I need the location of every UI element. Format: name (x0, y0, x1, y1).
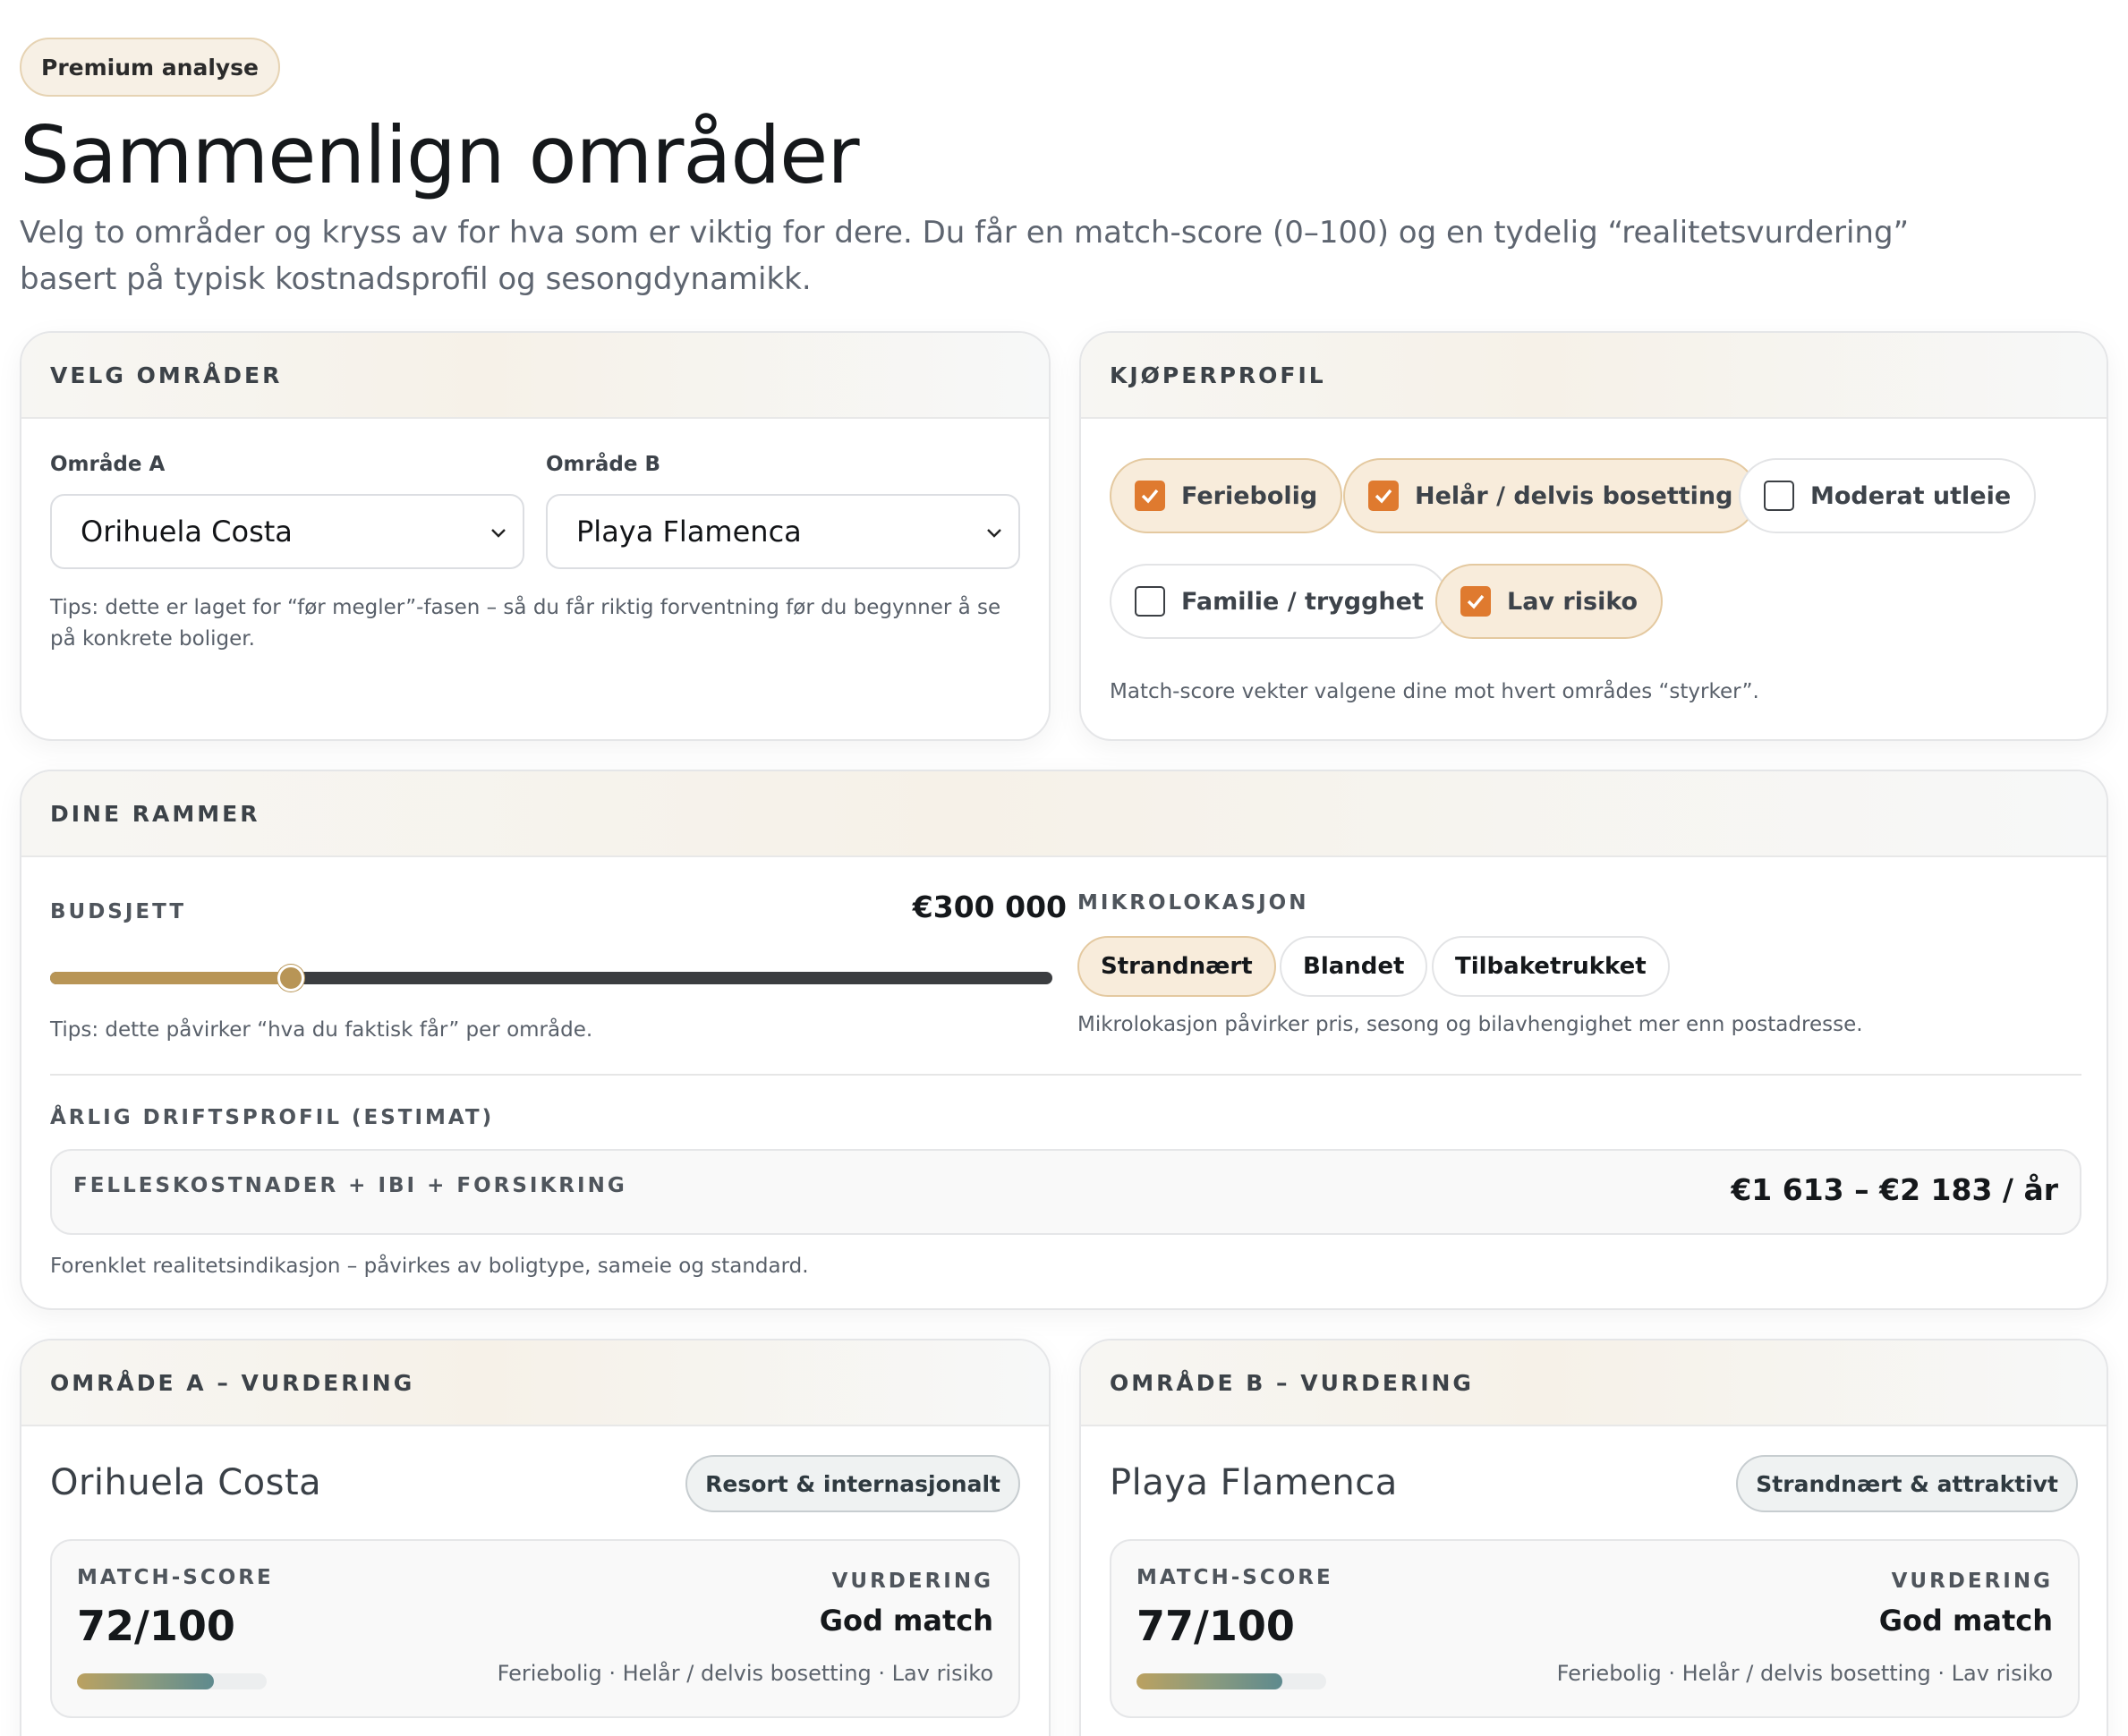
assessment-a-score-label: MATCH-SCORE (77, 1566, 274, 1589)
assessment-a-heading: OMRÅDE A – VURDERING (21, 1340, 1049, 1426)
micro-note: Mikrolokasjon påvirker pris, sesong og b… (1077, 1013, 1863, 1036)
assessment-a-score-bar (77, 1673, 267, 1689)
checkbox-unchecked-icon (1764, 481, 1794, 511)
profile-option-label: Familie / trygghet (1181, 587, 1424, 616)
areas-card-heading: VELG OMRÅDER (21, 333, 1049, 419)
budget-tip: Tips: dette påvirker “hva du faktisk får… (50, 1018, 593, 1042)
assessment-b-score: 77/100 (1136, 1602, 1295, 1650)
page-title: Sammenlign områder (20, 109, 859, 201)
checkbox-checked-icon (1135, 481, 1165, 511)
area-a-select[interactable]: Orihuela Costa (50, 494, 524, 569)
profile-option-helar[interactable]: Helår / delvis bosetting (1343, 458, 1758, 533)
assessment-a-tag: Resort & internasjonalt (685, 1455, 1020, 1512)
checkbox-checked-icon (1368, 481, 1399, 511)
frame-card-heading: DINE RAMMER (21, 771, 2107, 857)
area-a-label: Område A (50, 453, 166, 476)
cost-label: FELLESKOSTNADER + IBI + FORSIKRING (73, 1174, 627, 1197)
assessment-a-verdict: God match (819, 1604, 993, 1638)
profile-card-heading: KJØPERPROFIL (1081, 333, 2107, 419)
budget-value: €300 000 (912, 889, 1067, 924)
assessment-b-score-bar (1136, 1673, 1326, 1689)
area-a-selected-value: Orihuela Costa (81, 515, 293, 549)
assessment-b-score-label: MATCH-SCORE (1136, 1566, 1333, 1589)
assessment-b-prefs: Feriebolig · Helår / delvis bosetting · … (1556, 1661, 2053, 1686)
budget-slider-handle[interactable] (277, 965, 304, 991)
area-b-select[interactable]: Playa Flamenca (546, 494, 1020, 569)
assessment-b-heading: OMRÅDE B – VURDERING (1081, 1340, 2107, 1426)
assessment-b-verdict: God match (1878, 1604, 2053, 1638)
assessment-a-score-box: MATCH-SCORE 72/100 VURDERING God match F… (50, 1539, 1020, 1718)
budget-label: BUDSJETT (50, 900, 187, 923)
cost-box: FELLESKOSTNADER + IBI + FORSIKRING €1 61… (50, 1149, 2081, 1235)
premium-badge: Premium analyse (20, 38, 281, 97)
profile-card: KJØPERPROFIL Feriebolig Helår / delvis b… (1079, 331, 2108, 741)
frame-card: DINE RAMMER BUDSJETT €300 000 Tips: dett… (20, 770, 2108, 1310)
micro-option-tilbaketrukket[interactable]: Tilbaketrukket (1432, 936, 1670, 997)
profile-option-moderat-utleie[interactable]: Moderat utleie (1739, 458, 2037, 533)
profile-option-label: Moderat utleie (1810, 481, 2012, 510)
chevron-down-icon (987, 529, 1001, 538)
profile-option-label: Lav risiko (1507, 587, 1639, 616)
checkbox-checked-icon (1460, 586, 1491, 617)
micro-option-blandet[interactable]: Blandet (1280, 936, 1428, 997)
assessment-b-tag: Strandnært & attraktivt (1736, 1455, 2078, 1512)
micro-label: MIKROLOKASJON (1077, 891, 1309, 915)
profile-option-lav-risiko[interactable]: Lav risiko (1435, 564, 1664, 639)
chevron-down-icon (491, 529, 506, 538)
assessment-a-score-bar-fill (77, 1673, 214, 1689)
annual-label: ÅRLIG DRIFTSPROFIL (ESTIMAT) (50, 1106, 495, 1129)
profile-option-feriebolig[interactable]: Feriebolig (1110, 458, 1343, 533)
area-b-selected-value: Playa Flamenca (576, 515, 802, 549)
micro-option-strandnaert[interactable]: Strandnært (1077, 936, 1276, 997)
area-b-label: Område B (546, 453, 660, 476)
assessment-card-a: OMRÅDE A – VURDERING Orihuela Costa Reso… (20, 1339, 1051, 1736)
assessment-a-name: Orihuela Costa (50, 1462, 322, 1503)
divider (50, 1074, 2081, 1076)
checkbox-unchecked-icon (1135, 586, 1165, 617)
assessment-a-score: 72/100 (77, 1602, 235, 1650)
cost-value: €1 613 – €2 183 / år (1731, 1172, 2058, 1207)
cost-note: Forenklet realitetsindikasjon – påvirkes… (50, 1255, 809, 1278)
assessment-b-score-box: MATCH-SCORE 77/100 VURDERING God match F… (1110, 1539, 2080, 1718)
budget-slider-fill (50, 972, 291, 984)
assessment-a-prefs: Feriebolig · Helår / delvis bosetting · … (497, 1661, 993, 1686)
assessment-b-score-bar-fill (1136, 1673, 1283, 1689)
areas-tip: Tips: dette er laget for “før megler”-fa… (50, 596, 1001, 651)
assessment-b-name: Playa Flamenca (1110, 1462, 1398, 1503)
profile-note: Match-score vekter valgene dine mot hver… (1110, 680, 1759, 703)
profile-option-familie[interactable]: Familie / trygghet (1110, 564, 1449, 639)
areas-card: VELG OMRÅDER Område A Område B Orihuela … (20, 331, 1051, 741)
page-lead: Velg to områder og kryss av for hva som … (20, 215, 1910, 297)
assessment-a-verdict-label: VURDERING (831, 1570, 993, 1593)
profile-option-label: Helår / delvis bosetting (1415, 481, 1733, 510)
profile-option-label: Feriebolig (1181, 481, 1318, 510)
budget-slider[interactable] (50, 965, 1052, 991)
assessment-b-verdict-label: VURDERING (1891, 1570, 2053, 1593)
assessment-card-b: OMRÅDE B – VURDERING Playa Flamenca Stra… (1079, 1339, 2108, 1736)
